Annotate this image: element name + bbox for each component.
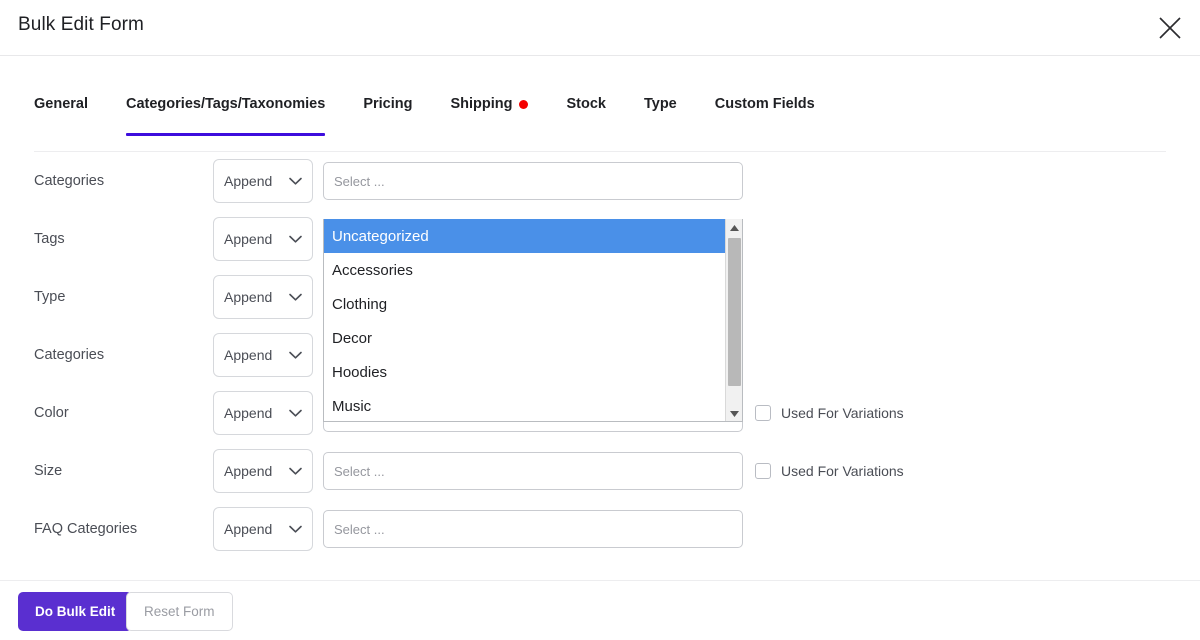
mode-select-value: Append — [224, 173, 289, 189]
tab-stock[interactable]: Stock — [566, 96, 606, 136]
mode-select-value: Append — [224, 463, 289, 479]
chevron-down-icon — [289, 230, 302, 248]
chevron-down-icon — [289, 462, 302, 480]
dropdown-option[interactable]: Decor — [324, 321, 727, 355]
used-for-variations-checkbox[interactable]: Used For Variations — [755, 405, 904, 421]
checkbox-box[interactable] — [755, 405, 771, 421]
tab-categories-tags-taxonomies[interactable]: Categories/Tags/Taxonomies — [126, 96, 325, 136]
row-label: Size — [34, 463, 62, 479]
tab-label: General — [34, 96, 88, 112]
mode-select-value: Append — [224, 347, 289, 363]
form-row: Categories Append Select ... — [0, 152, 1200, 210]
reset-form-button[interactable]: Reset Form — [126, 592, 233, 631]
mode-select-value: Append — [224, 405, 289, 421]
mode-select[interactable]: Append — [213, 391, 313, 435]
modal-footer: Do Bulk Edit Reset Form — [0, 580, 1200, 640]
row-label: Type — [34, 289, 65, 305]
page-title: Bulk Edit Form — [18, 14, 144, 36]
chevron-down-icon — [289, 288, 302, 306]
categories-dropdown-list[interactable]: UncategorizedAccessoriesClothingDecorHoo… — [323, 219, 743, 422]
mode-select[interactable]: Append — [213, 333, 313, 377]
dropdown-option[interactable]: Clothing — [324, 287, 727, 321]
bulk-edit-modal: Bulk Edit Form General Categories/Tags/Ta… — [0, 0, 1200, 640]
alert-dot-icon — [519, 100, 528, 109]
tab-type[interactable]: Type — [644, 96, 677, 136]
row-label: Categories — [34, 173, 104, 189]
modal-header: Bulk Edit Form — [0, 0, 1200, 56]
do-bulk-edit-button[interactable]: Do Bulk Edit — [18, 592, 132, 631]
taxonomy-select-placeholder: Select ... — [334, 174, 385, 189]
mode-select-value: Append — [224, 231, 289, 247]
tab-label: Type — [644, 96, 677, 112]
tab-shipping[interactable]: Shipping — [450, 96, 528, 136]
taxonomy-select-placeholder: Select ... — [334, 464, 385, 479]
form-row: FAQ Categories Append Select ... — [0, 500, 1200, 558]
checkbox-label: Used For Variations — [781, 405, 904, 421]
dropdown-option[interactable]: Music — [324, 389, 727, 422]
mode-select-value: Append — [224, 521, 289, 537]
chevron-down-icon — [289, 346, 302, 364]
checkbox-box[interactable] — [755, 463, 771, 479]
row-label: Categories — [34, 347, 104, 363]
chevron-down-icon — [289, 520, 302, 538]
form-row: Size Append Select ... Used For Variations — [0, 442, 1200, 500]
scroll-down-icon[interactable] — [726, 405, 743, 422]
mode-select[interactable]: Append — [213, 159, 313, 203]
tab-label: Custom Fields — [715, 96, 815, 112]
tab-general[interactable]: General — [34, 96, 88, 136]
row-label: FAQ Categories — [34, 521, 137, 537]
chevron-down-icon — [289, 404, 302, 422]
tab-pricing[interactable]: Pricing — [363, 96, 412, 136]
mode-select[interactable]: Append — [213, 507, 313, 551]
checkbox-label: Used For Variations — [781, 463, 904, 479]
taxonomy-select-input[interactable]: Select ... — [323, 452, 743, 490]
used-for-variations-checkbox[interactable]: Used For Variations — [755, 463, 904, 479]
taxonomy-select-input[interactable]: Select ... — [323, 510, 743, 548]
row-label: Tags — [34, 231, 65, 247]
tab-label: Stock — [566, 96, 606, 112]
tab-label: Pricing — [363, 96, 412, 112]
mode-select-value: Append — [224, 289, 289, 305]
mode-select[interactable]: Append — [213, 217, 313, 261]
tab-label: Categories/Tags/Taxonomies — [126, 96, 325, 112]
row-label: Color — [34, 405, 69, 421]
tab-label: Shipping — [450, 96, 512, 112]
scrollbar-thumb[interactable] — [728, 238, 741, 386]
tab-custom-fields[interactable]: Custom Fields — [715, 96, 815, 136]
dropdown-scrollbar[interactable] — [725, 219, 742, 422]
chevron-down-icon — [289, 172, 302, 190]
scroll-up-icon[interactable] — [726, 219, 743, 236]
dropdown-option[interactable]: Uncategorized — [324, 219, 727, 253]
taxonomy-select-input[interactable]: Select ... — [323, 162, 743, 200]
taxonomy-select-placeholder: Select ... — [334, 522, 385, 537]
tab-bar: General Categories/Tags/Taxonomies Pricing… — [0, 56, 1200, 152]
mode-select[interactable]: Append — [213, 275, 313, 319]
dropdown-option[interactable]: Accessories — [324, 253, 727, 287]
dropdown-option[interactable]: Hoodies — [324, 355, 727, 389]
mode-select[interactable]: Append — [213, 449, 313, 493]
close-icon[interactable] — [1150, 8, 1190, 48]
